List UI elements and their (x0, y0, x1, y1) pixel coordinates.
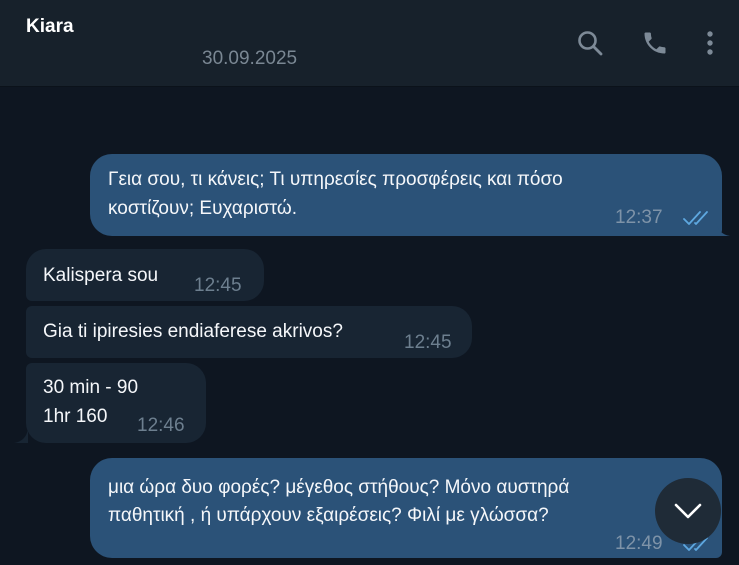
message-time: 12:45 (194, 275, 242, 296)
message-incoming[interactable]: Gia ti ipiresies endiaferese akrivos? 12… (26, 306, 472, 358)
message-text-line: παθητική , ή υπάρχουν εξαιρέσεις? Φιλί μ… (108, 505, 549, 526)
message-text-line: 30 min - 90 (43, 377, 139, 398)
bubble-tail (716, 222, 730, 236)
message-text-line: Γεια σου, τι κάνεις; Τι υπηρεσίες προσφέ… (108, 169, 563, 190)
chat-window: Kiara 30.09.2025 Γεια σου, τι κάνεις; Τι… (0, 0, 739, 565)
chat-header: Kiara 30.09.2025 (0, 0, 739, 87)
message-text-line: κοστίζουν; Ευχαριστώ. (108, 198, 298, 219)
scroll-to-bottom-button[interactable] (655, 478, 721, 544)
message-time: 12:46 (137, 415, 185, 436)
contact-name[interactable]: Kiara (26, 16, 74, 38)
more-vertical-icon[interactable] (695, 28, 725, 58)
search-icon[interactable] (575, 28, 605, 58)
chevron-down-icon (674, 503, 702, 519)
message-text-line: μια ώρα δυο φορές? μέγεθος στήθους? Μόνο… (108, 477, 570, 498)
message-text-line: Gia ti ipiresies endiaferese akrivos? (43, 321, 343, 342)
message-outgoing[interactable]: μια ώρα δυο φορές? μέγεθος στήθους? Μόνο… (90, 458, 722, 558)
message-text-line: Kalispera sou (43, 265, 159, 286)
read-ticks-icon (683, 211, 708, 225)
message-text-line: 1hr 160 (43, 406, 108, 427)
message-incoming[interactable]: Kalispera sou 12:45 (26, 249, 264, 301)
message-list[interactable]: Γεια σου, τι κάνεις; Τι υπηρεσίες προσφέ… (0, 87, 739, 565)
message-time: 12:45 (404, 332, 452, 353)
message-time: 12:37 (615, 207, 663, 228)
bubble-tail (14, 429, 28, 443)
date-label: 30.09.2025 (202, 48, 298, 69)
message-incoming[interactable]: 30 min - 90 1hr 160 12:46 (26, 363, 206, 443)
message-outgoing[interactable]: Γεια σου, τι κάνεις; Τι υπηρεσίες προσφέ… (90, 154, 722, 236)
message-time: 12:49 (615, 533, 663, 554)
phone-icon[interactable] (640, 28, 670, 58)
